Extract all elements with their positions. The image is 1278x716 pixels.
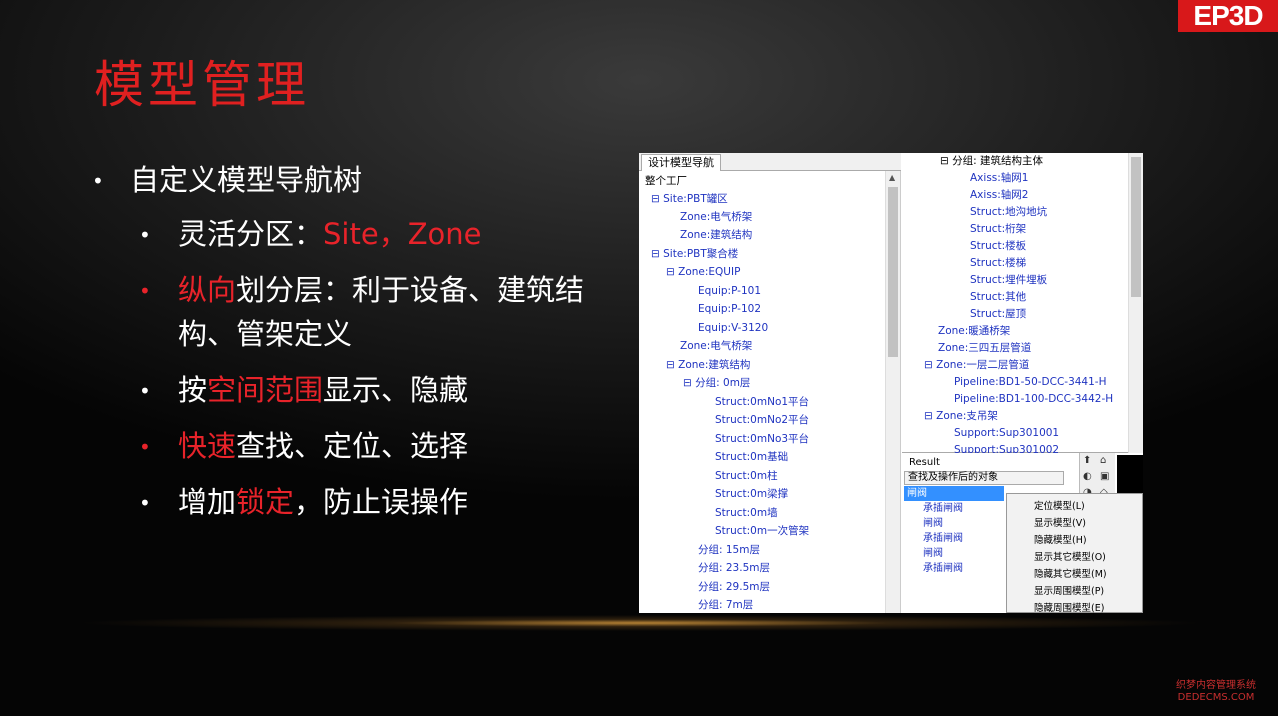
tree-node[interactable]: Zone:建筑结构 bbox=[680, 226, 752, 244]
tree-node[interactable]: Axiss:轴网1 bbox=[970, 169, 1028, 187]
tree-node[interactable]: Axiss:轴网2 bbox=[970, 186, 1028, 204]
menu-item-show[interactable]: 显示模型(V) bbox=[1034, 515, 1086, 529]
tree-node[interactable]: Struct:0m梁撑 bbox=[715, 485, 788, 503]
tree-node[interactable]: Equip:P-101 bbox=[698, 282, 761, 300]
result-label: Result bbox=[909, 457, 940, 468]
tree-node[interactable]: 分组: 7m层 bbox=[698, 596, 753, 613]
tree-node[interactable]: ⊟ 分组: 建筑结构主体 bbox=[940, 153, 1043, 170]
tool-icon[interactable]: ⬆ bbox=[1083, 455, 1091, 466]
bullet-dot-icon: • bbox=[139, 279, 151, 303]
tree-node[interactable]: Struct:桁架 bbox=[970, 220, 1026, 238]
context-menu: 定位模型(L) 显示模型(V) 隐藏模型(H) 显示其它模型(O) 隐藏其它模型… bbox=[1006, 493, 1143, 613]
bullet-lock: • 增加锁定，防止误操作 bbox=[92, 480, 632, 524]
tool-icon[interactable]: ⌂ bbox=[1100, 455, 1106, 466]
bullet-main: • 自定义模型导航树 bbox=[92, 158, 632, 202]
design-model-nav-panel: 设计模型导航 整个工厂 ⊟ Site:PBT罐区 Zone:电气桥架 Zone:… bbox=[639, 153, 901, 613]
result-item[interactable]: 承插闸阀 bbox=[923, 561, 963, 579]
bullet-vertical-layers: • 纵向划分层：利于设备、建筑结 构、管架定义 bbox=[92, 268, 632, 356]
tree-node[interactable]: ⊟ Zone:建筑结构 bbox=[666, 356, 750, 374]
tree-node[interactable]: Struct:0mNo2平台 bbox=[715, 411, 809, 429]
tree-node[interactable]: Struct:埋件埋板 bbox=[970, 271, 1047, 289]
navigation-tree-screenshot: 设计模型导航 整个工厂 ⊟ Site:PBT罐区 Zone:电气桥架 Zone:… bbox=[639, 153, 1143, 613]
tree-node[interactable]: Pipeline:BD1-100-DCC-3442-H bbox=[954, 390, 1113, 408]
scroll-up-icon[interactable]: ▲ bbox=[889, 173, 895, 182]
tree-node[interactable]: Struct:楼梯 bbox=[970, 254, 1026, 272]
tree-node[interactable]: Struct:其他 bbox=[970, 288, 1026, 306]
ep3d-logo: EP3D bbox=[1178, 0, 1278, 32]
tree-node[interactable]: Struct:楼板 bbox=[970, 237, 1026, 255]
tool-icon[interactable]: ◐ bbox=[1083, 471, 1092, 482]
tree-node[interactable]: 整个工厂 bbox=[645, 172, 687, 190]
bullet-list: • 自定义模型导航树 • 灵活分区：Site，Zone • 纵向划分层：利于设备… bbox=[92, 158, 632, 536]
menu-item-hide-others[interactable]: 隐藏其它模型(M) bbox=[1034, 566, 1107, 580]
tree-node[interactable]: Support:Sup301001 bbox=[954, 424, 1059, 442]
scrollbar-thumb[interactable] bbox=[888, 187, 898, 357]
bullet-spatial-range: • 按空间范围显示、隐藏 bbox=[92, 368, 632, 412]
tree-node[interactable]: 分组: 23.5m层 bbox=[698, 559, 770, 577]
page-title: 模型管理 bbox=[94, 56, 310, 114]
menu-item-show-around[interactable]: 显示周围模型(P) bbox=[1034, 583, 1104, 597]
zoomed-tree-panel: ⊟ 分组: 建筑结构主体 Axiss:轴网1 Axiss:轴网2 Struct:… bbox=[902, 153, 1143, 456]
tree-node[interactable]: Struct:0mNo3平台 bbox=[715, 430, 809, 448]
viewport-edge bbox=[1117, 455, 1143, 493]
tree-node[interactable]: ⊟ Zone:EQUIP bbox=[666, 263, 740, 281]
menu-item-hide[interactable]: 隐藏模型(H) bbox=[1034, 532, 1087, 546]
left-scrollbar[interactable]: ▲ bbox=[885, 171, 900, 613]
bullet-partition: • 灵活分区：Site，Zone bbox=[92, 212, 632, 256]
tab-bar: 设计模型导航 bbox=[639, 153, 901, 171]
right-scrollbar[interactable] bbox=[1128, 153, 1143, 453]
tree-node[interactable]: 分组: 15m层 bbox=[698, 541, 760, 559]
bullet-dot-icon: • bbox=[139, 379, 151, 403]
bullet-dot-icon: • bbox=[139, 491, 151, 515]
watermark: 织梦内容管理系统 DEDECMS.COM bbox=[1176, 680, 1256, 703]
tree-node[interactable]: 分组: 29.5m层 bbox=[698, 578, 770, 596]
tree-node[interactable]: Equip:V-3120 bbox=[698, 319, 768, 337]
tree-node[interactable]: ⊟ 分组: 0m层 bbox=[683, 374, 750, 392]
tree-node[interactable]: Struct:地沟地坑 bbox=[970, 203, 1047, 221]
tree-node[interactable]: Zone:电气桥架 bbox=[680, 208, 752, 226]
tree-node[interactable]: ⊟ Zone:一层二层管道 bbox=[924, 356, 1029, 374]
result-item-selected[interactable]: 闸阀 bbox=[904, 486, 1004, 501]
scrollbar-thumb[interactable] bbox=[1131, 157, 1141, 297]
tree-node[interactable]: Struct:0m柱 bbox=[715, 467, 778, 485]
tree-node[interactable]: Pipeline:BD1-50-DCC-3441-H bbox=[954, 373, 1106, 391]
tree-node[interactable]: ⊟ Site:PBT聚合楼 bbox=[651, 245, 738, 263]
tree-node[interactable]: Struct:0m墙 bbox=[715, 504, 778, 522]
result-header: 查找及操作后的对象 bbox=[904, 471, 1064, 485]
menu-item-show-others[interactable]: 显示其它模型(O) bbox=[1034, 549, 1106, 563]
bullet-dot-icon: • bbox=[92, 169, 104, 193]
tree-node[interactable]: Zone:三四五层管道 bbox=[938, 339, 1031, 357]
tree-node[interactable]: Zone:电气桥架 bbox=[680, 337, 752, 355]
gold-glow-line bbox=[60, 612, 1220, 634]
tree-node[interactable]: Struct:0m一次管架 bbox=[715, 522, 809, 540]
tree-node[interactable]: Struct:0mNo1平台 bbox=[715, 393, 809, 411]
tree-node[interactable]: Equip:P-102 bbox=[698, 300, 761, 318]
menu-item-hide-around[interactable]: 隐藏周围模型(E) bbox=[1034, 600, 1104, 613]
tree-node[interactable]: Zone:暖通桥架 bbox=[938, 322, 1010, 340]
tree-node[interactable]: ⊟ Zone:支吊架 bbox=[924, 407, 998, 425]
cube-icon[interactable]: ▣ bbox=[1100, 471, 1109, 482]
bullet-dot-icon: • bbox=[139, 435, 151, 459]
menu-item-locate[interactable]: 定位模型(L) bbox=[1034, 498, 1085, 512]
tree-node[interactable]: Struct:屋顶 bbox=[970, 305, 1026, 323]
tree-node[interactable]: ⊟ Site:PBT罐区 bbox=[651, 190, 728, 208]
bullet-quick-find: • 快速查找、定位、选择 bbox=[92, 424, 632, 468]
tab-design-model-nav[interactable]: 设计模型导航 bbox=[641, 154, 721, 171]
bullet-dot-icon: • bbox=[139, 223, 151, 247]
tree-node[interactable]: Struct:0m基础 bbox=[715, 448, 788, 466]
